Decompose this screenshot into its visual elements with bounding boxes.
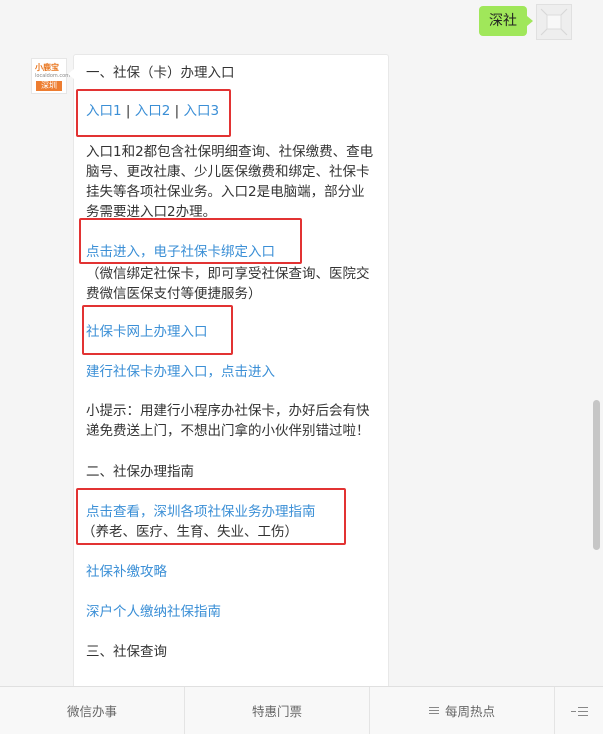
avatar-brand-name: 小鹿宝 (35, 63, 59, 72)
tip-line: 递免费送上门，不想出门拿的小伙伴别错过啦！ (86, 423, 370, 439)
menu-item-special-tickets[interactable]: 特惠门票 (185, 687, 370, 734)
bottom-menu-bar: 微信办事 特惠门票 每周热点 (0, 686, 603, 734)
scrollbar-thumb[interactable] (593, 400, 600, 550)
ecard-desc-line: 费微信医保支付等便捷服务） (86, 286, 262, 302)
section3-title: 三、社保查询 (86, 644, 167, 660)
highlight-box (82, 305, 233, 355)
article-message-card: 一、社保（卡）办理入口 入口1 | 入口2 | 入口3 入口1和2都包含社保明细… (68, 54, 389, 694)
section1-title: 一、社保（卡）办理入口 (86, 65, 235, 81)
menu-item-label: 微信办事 (66, 704, 117, 719)
menu-item-label: 每周热点 (444, 704, 495, 719)
user-message-text: 深社 (489, 13, 517, 29)
bot-avatar[interactable]: 小鹿宝 localdom.com 深圳 (31, 58, 71, 94)
menu-toggle-button[interactable] (555, 687, 603, 734)
section2-title: 二、社保办理指南 (86, 464, 194, 480)
highlight-box (76, 488, 346, 545)
menu-item-label: 特惠门票 (251, 704, 302, 719)
scrollbar-track[interactable] (590, 0, 603, 686)
ecard-description: （微信绑定社保卡，即可享受社保查询、医院交 费微信医保支付等便捷服务） (86, 264, 386, 304)
avatar-city-badge: 深圳 (36, 81, 62, 91)
menu-toggle-icon (570, 705, 588, 717)
entry-desc-line: 脑号、更改社康、少儿医保缴费和绑定、社保卡 (86, 164, 370, 180)
entry-desc-line: 入口1和2都包含社保明细查询、社保缴费、查电 (86, 144, 374, 160)
entry-desc-line: 挂失等各项社保业务。入口2是电脑端，部分业 (86, 184, 365, 200)
avatar-brand-domain: localdom.com (35, 73, 71, 79)
highlight-box (76, 89, 231, 137)
personal-payment-link[interactable]: 深户个人缴纳社保指南 (86, 601, 221, 623)
menu-item-weekly-hot[interactable]: 每周热点 (370, 687, 555, 734)
highlight-box (79, 218, 302, 264)
list-icon (428, 706, 439, 715)
tip-text: 小提示：用建行小程序办社保卡，办好后会有快 递免费送上门，不想出门拿的小伙伴别错… (86, 401, 386, 441)
ccb-card-link[interactable]: 建行社保卡办理入口，点击进入 (86, 361, 275, 383)
image-placeholder-icon (537, 5, 571, 39)
entry-description: 入口1和2都包含社保明细查询、社保缴费、查电 脑号、更改社康、少儿医保缴费和绑定… (86, 142, 386, 222)
ecard-desc-line: （微信绑定社保卡，即可享受社保查询、医院交 (86, 266, 370, 282)
menu-item-wechat-services[interactable]: 微信办事 (0, 687, 185, 734)
tip-line: 小提示：用建行小程序办社保卡，办好后会有快 (86, 403, 370, 419)
user-avatar[interactable] (536, 4, 572, 40)
user-message-bubble: 深社 (479, 6, 533, 36)
supplement-link[interactable]: 社保补缴攻略 (86, 561, 167, 583)
